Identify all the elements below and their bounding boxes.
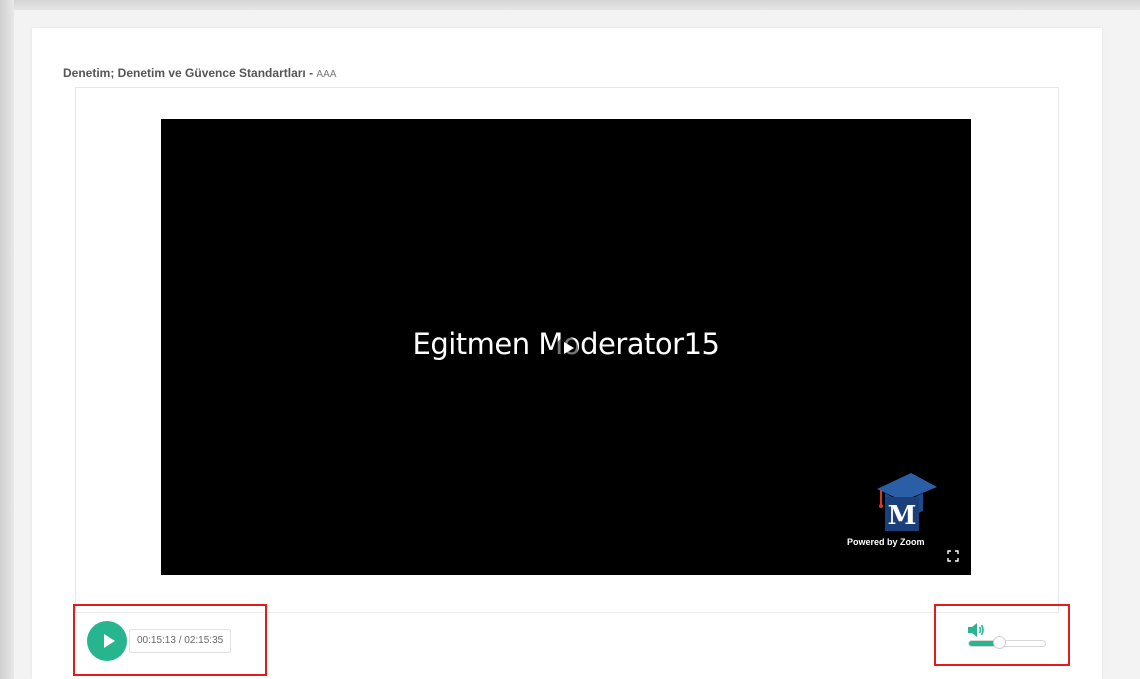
window-frame-left [0,0,14,679]
highlight-box-playback [73,604,267,676]
play-icon [563,342,574,354]
video-screen[interactable]: Egitmen Moderator15 M Powered by Zoom [161,119,971,575]
fullscreen-icon[interactable] [947,550,959,562]
course-subtitle: AAA [316,69,337,80]
graduation-cap-logo-icon: M [877,473,937,531]
svg-text:M: M [888,501,917,531]
window-frame-top [0,0,1140,10]
highlight-box-volume [934,604,1070,666]
course-title: Denetim; Denetim ve Güvence Standartları… [63,66,317,80]
page-title: Denetim; Denetim ve Güvence Standartları… [63,66,336,80]
powered-by-label: Powered by Zoom [847,537,925,547]
center-play-button[interactable] [556,337,578,359]
